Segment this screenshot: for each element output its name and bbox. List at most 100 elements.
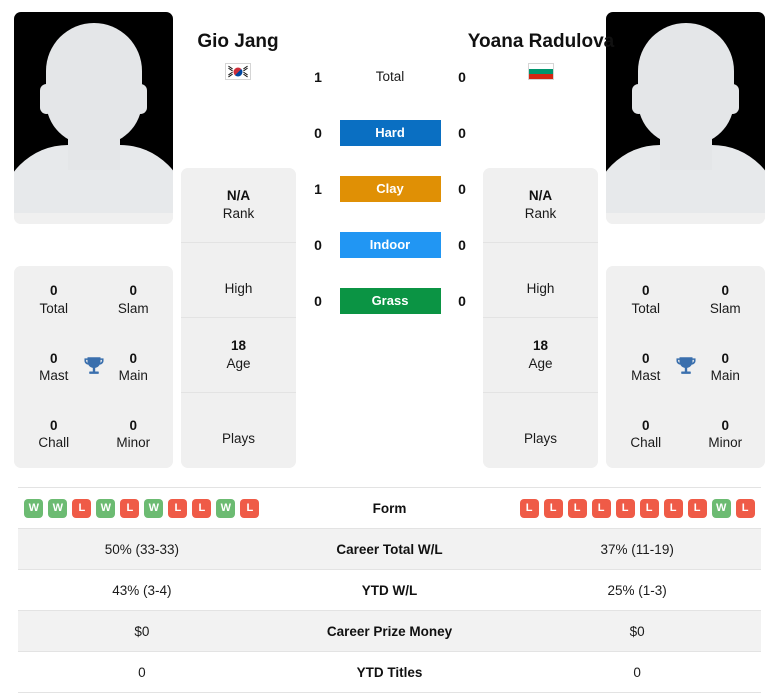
form-badge-win[interactable]: W bbox=[216, 498, 236, 518]
stat-label: YTD Titles bbox=[356, 664, 423, 680]
title-stat-label: Minor bbox=[116, 435, 151, 451]
title-stat-label: Main bbox=[710, 367, 740, 383]
stat-value-right: LLLLLLLLWL bbox=[513, 498, 761, 518]
title-stat-value: 0 bbox=[49, 283, 58, 299]
avatar-name-right: Yoana Radulova bbox=[606, 213, 765, 224]
info-row-plays-right: Plays bbox=[483, 393, 598, 468]
title-stat-value: 0 bbox=[721, 418, 729, 434]
rank-value-right: N/A bbox=[528, 188, 553, 204]
title-stat-slam-left: 0 Slam bbox=[94, 266, 174, 333]
form-badge-loss[interactable]: L bbox=[72, 498, 92, 518]
title-stat-total-left: 0 Total bbox=[14, 266, 94, 333]
info-row-rank-right: N/A Rank bbox=[483, 168, 598, 243]
table-row: 43% (3-4) YTD W/L 25% (1-3) bbox=[18, 570, 761, 611]
title-stat-label: Main bbox=[118, 367, 148, 383]
stat-value-left: WWLWLWLLWL bbox=[18, 498, 266, 518]
form-badge-loss[interactable]: L bbox=[192, 498, 212, 518]
h2h-row-hard: 0 Hard 0 bbox=[305, 118, 475, 148]
info-row-rank-left: N/A Rank bbox=[181, 168, 296, 243]
player-name-left: Gio Jang bbox=[197, 31, 279, 52]
h2h-score-right: 0 bbox=[458, 237, 466, 253]
stat-value-right: $0 bbox=[629, 623, 645, 639]
rank-label-right: Rank bbox=[524, 206, 557, 221]
h2h-surface-badge-hard[interactable]: Hard bbox=[339, 120, 441, 146]
form-badges-left: WWLWLWLLWL bbox=[18, 498, 266, 518]
stat-label: YTD W/L bbox=[361, 582, 418, 598]
title-stat-label: Mast bbox=[631, 367, 661, 383]
h2h-surface-badge-grass[interactable]: Grass bbox=[339, 288, 441, 314]
title-stat-total-right: 0 Total bbox=[606, 266, 686, 333]
form-badge-loss[interactable]: L bbox=[663, 498, 683, 518]
south-korea-flag-icon bbox=[225, 63, 251, 81]
form-badge-loss[interactable]: L bbox=[120, 498, 140, 518]
head-to-head-surfaces: 1 Total 0 0 Hard 0 1 Clay 0 0 Indoor 0 0 Grass 0 bbox=[305, 62, 475, 316]
form-badge-loss[interactable]: L bbox=[591, 498, 611, 518]
form-badge-loss[interactable]: L bbox=[543, 498, 563, 518]
form-badge-loss[interactable]: L bbox=[519, 498, 539, 518]
age-value-right: 18 bbox=[532, 338, 549, 354]
plays-label-right: Plays bbox=[523, 431, 557, 447]
avatar-right bbox=[606, 12, 765, 213]
info-card-right: N/A Rank High 18 Age Plays bbox=[483, 168, 598, 468]
h2h-row-grass: 0 Grass 0 bbox=[305, 286, 475, 316]
player-comparison-header: Gio Jang Yoana Radulova Gio Jang Yoana R… bbox=[0, 0, 779, 693]
form-badge-win[interactable]: W bbox=[96, 498, 116, 518]
title-stat-value: 0 bbox=[641, 350, 650, 366]
avatar-card-right: Yoana Radulova bbox=[606, 12, 765, 224]
flag-wrap-left bbox=[158, 63, 318, 81]
flag-wrap-right bbox=[461, 63, 621, 81]
title-stat-value: 0 bbox=[49, 418, 58, 434]
form-badge-win[interactable]: W bbox=[48, 498, 68, 518]
stat-value-left: 43% (3-4) bbox=[112, 582, 172, 598]
title-stat-value: 0 bbox=[641, 418, 650, 434]
table-row: W W L W L W L L W L Form L L L L L L L L W L bbox=[18, 488, 761, 529]
title-stat-value: 0 bbox=[721, 350, 729, 366]
info-card-left: N/A Rank High 18 Age Plays bbox=[181, 168, 296, 468]
table-row: 0 YTD Titles 0 bbox=[18, 652, 761, 693]
title-stat-label: Mast bbox=[39, 367, 69, 383]
stat-value-right: 37% (11-19) bbox=[600, 541, 674, 557]
title-stat-value: 0 bbox=[49, 350, 58, 366]
trophy-icon bbox=[83, 357, 104, 374]
form-badge-loss[interactable]: L bbox=[687, 498, 707, 518]
h2h-score-left: 1 bbox=[314, 69, 322, 85]
h2h-score-right: 0 bbox=[458, 181, 466, 197]
title-stat-label: Chall bbox=[630, 435, 662, 451]
titles-card-right: 0 Total 0 Slam 0 Mast 0 Main 0 Chall 0 Minor bbox=[606, 266, 765, 468]
info-row-age-left: 18 Age bbox=[181, 318, 296, 393]
info-row-plays-left: Plays bbox=[181, 393, 296, 468]
form-badge-loss[interactable]: L bbox=[168, 498, 188, 518]
title-stat-value: 0 bbox=[641, 283, 650, 299]
h2h-row-indoor: 0 Indoor 0 bbox=[305, 230, 475, 260]
silhouette-head-icon bbox=[45, 23, 142, 145]
title-stat-minor-left: 0 Minor bbox=[94, 401, 174, 468]
table-row: $0 Career Prize Money $0 bbox=[18, 611, 761, 652]
h2h-score-right: 0 bbox=[458, 293, 466, 309]
form-badge-loss[interactable]: L bbox=[735, 498, 755, 518]
form-badge-loss[interactable]: L bbox=[639, 498, 659, 518]
stat-value-left: $0 bbox=[134, 623, 150, 639]
form-badge-loss[interactable]: L bbox=[567, 498, 587, 518]
form-badge-win[interactable]: W bbox=[711, 498, 731, 518]
title-stat-label: Chall bbox=[38, 435, 70, 451]
form-badge-win[interactable]: W bbox=[24, 498, 44, 518]
h2h-surface-badge-clay[interactable]: Clay bbox=[339, 176, 441, 202]
form-badge-win[interactable]: W bbox=[144, 498, 164, 518]
form-badge-loss[interactable]: L bbox=[240, 498, 260, 518]
stat-label: Career Prize Money bbox=[326, 623, 453, 639]
title-stat-value: 0 bbox=[721, 283, 729, 299]
h2h-score-right: 0 bbox=[458, 69, 466, 85]
title-stat-value: 0 bbox=[129, 418, 137, 434]
table-row: 50% (33-33) Career Total W/L 37% (11-19) bbox=[18, 529, 761, 570]
bulgaria-flag-icon bbox=[528, 63, 554, 81]
h2h-score-left: 0 bbox=[314, 125, 322, 141]
title-stat-label: Slam bbox=[709, 300, 741, 316]
title-stat-chall-left: 0 Chall bbox=[14, 401, 94, 468]
h2h-surface-badge-total: Total bbox=[375, 69, 405, 84]
h2h-score-right: 0 bbox=[458, 125, 466, 141]
h2h-surface-badge-indoor[interactable]: Indoor bbox=[339, 232, 441, 258]
form-badge-loss[interactable]: L bbox=[615, 498, 635, 518]
player-header-left: Gio Jang bbox=[158, 30, 318, 81]
trophy-icon bbox=[675, 357, 696, 374]
high-label-left: High bbox=[224, 280, 253, 296]
